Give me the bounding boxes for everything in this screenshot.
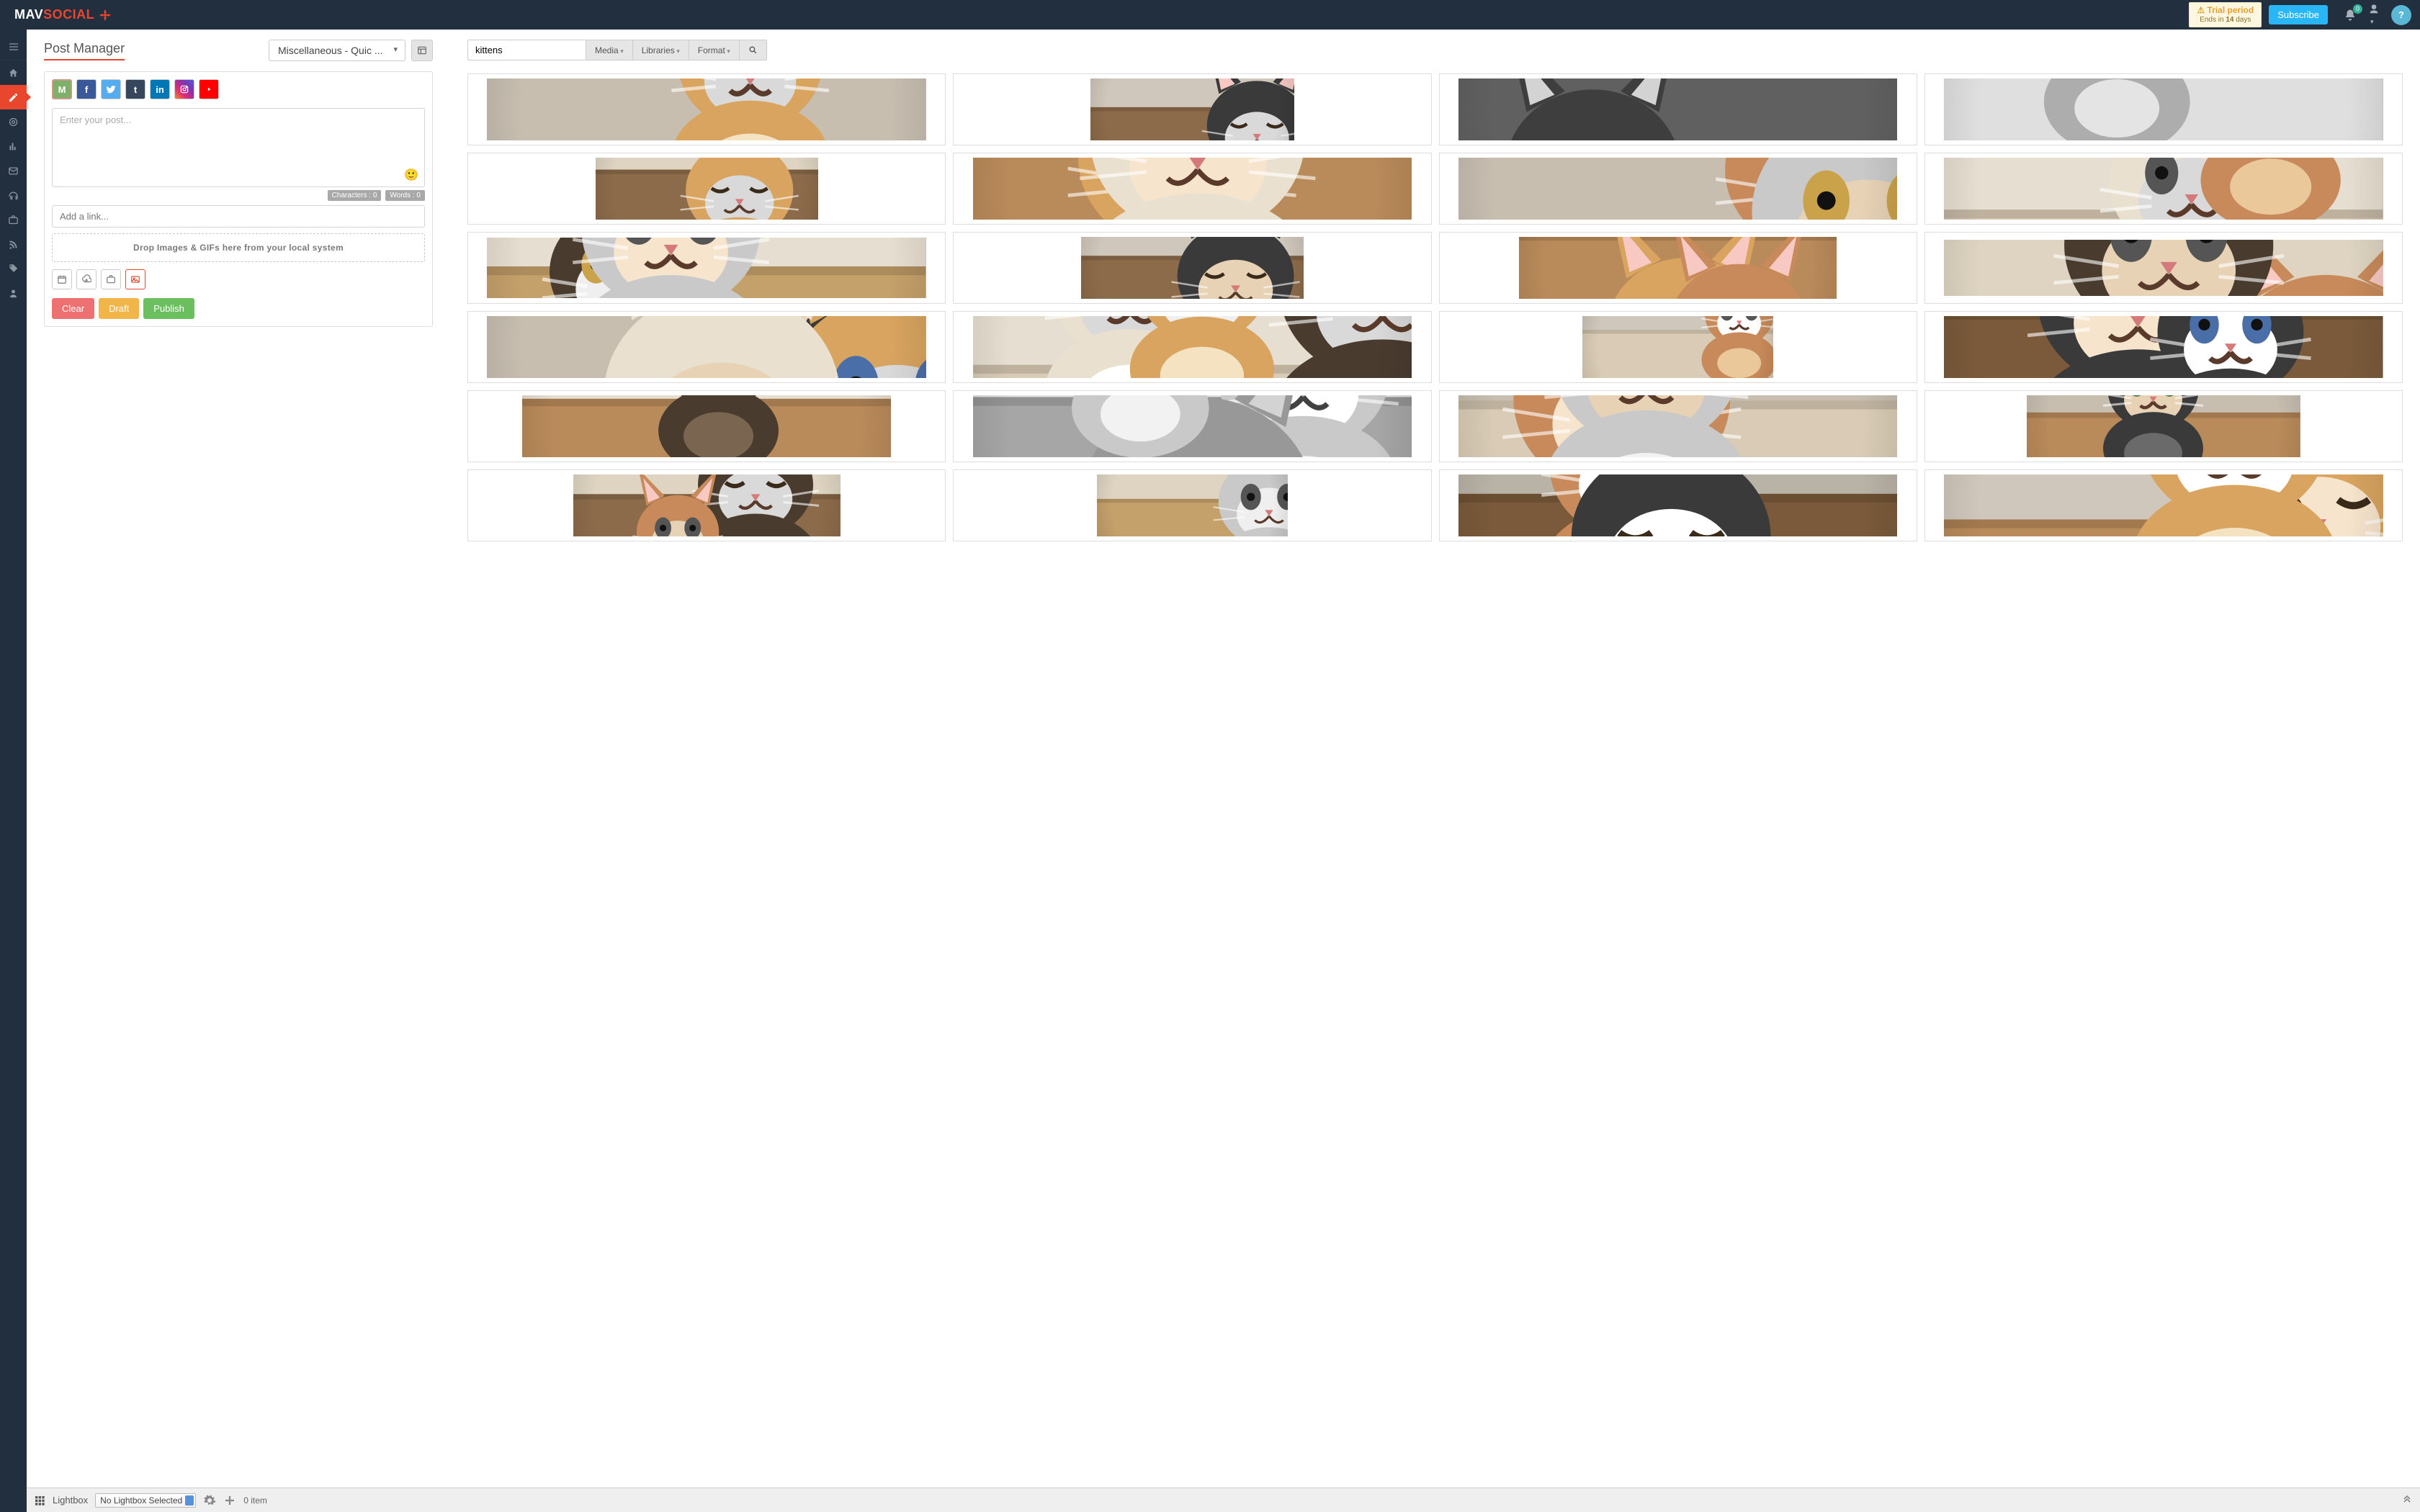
lightbox-label: Lightbox: [53, 1495, 88, 1506]
bottom-bar: Lightbox No Lightbox Selected 0 item: [27, 1488, 2420, 1512]
filter-libraries[interactable]: Libraries: [633, 40, 689, 60]
composer-tool-row: [52, 269, 425, 289]
library-button[interactable]: [101, 269, 121, 289]
expand-up-icon[interactable]: [2401, 1495, 2413, 1506]
media-thumb[interactable]: [1439, 390, 1917, 462]
notification-badge: 0: [2353, 4, 2362, 14]
grid-view-icon[interactable]: [34, 1495, 45, 1506]
page-title: Post Manager: [44, 41, 125, 60]
post-placeholder: Enter your post...: [60, 114, 131, 125]
clear-button[interactable]: Clear: [52, 298, 94, 319]
media-thumb[interactable]: [467, 311, 946, 383]
emoji-button[interactable]: 🙂: [404, 168, 418, 182]
sidebar-listening[interactable]: [0, 183, 27, 207]
sidebar-briefcase[interactable]: [0, 207, 27, 232]
main-content: Post Manager Miscellaneous - Quic ... M …: [27, 30, 2420, 585]
search-button[interactable]: [740, 40, 767, 60]
media-thumb[interactable]: [1924, 311, 2403, 383]
media-thumb[interactable]: [1924, 469, 2403, 541]
sidebar-home[interactable]: [0, 60, 27, 85]
media-thumb[interactable]: [953, 311, 1431, 383]
lightbox-select[interactable]: No Lightbox Selected: [95, 1493, 196, 1508]
image-button[interactable]: [125, 269, 145, 289]
network-tumblr[interactable]: t: [125, 79, 145, 99]
social-network-row: M f t in: [52, 79, 425, 99]
notifications-icon[interactable]: 0: [2344, 9, 2357, 22]
media-thumb[interactable]: [953, 390, 1431, 462]
media-thumb[interactable]: [467, 390, 946, 462]
sidebar-compose[interactable]: [0, 85, 27, 109]
image-dropzone[interactable]: Drop Images & GIFs here from your local …: [52, 233, 425, 262]
media-thumb[interactable]: [467, 232, 946, 304]
publish-button[interactable]: Publish: [143, 298, 194, 319]
media-thumb[interactable]: [1439, 153, 1917, 225]
post-textarea[interactable]: Enter your post... 🙂: [52, 108, 425, 187]
media-thumb[interactable]: [1924, 390, 2403, 462]
sidebar-inbox[interactable]: [0, 158, 27, 183]
account-dropdown[interactable]: Miscellaneous - Quic ...: [269, 40, 405, 61]
schedule-button[interactable]: [52, 269, 72, 289]
network-youtube[interactable]: [199, 79, 219, 99]
media-thumb[interactable]: [1439, 469, 1917, 541]
left-column: Post Manager Miscellaneous - Quic ... M …: [44, 40, 433, 541]
settings-icon[interactable]: [203, 1494, 216, 1507]
network-facebook[interactable]: f: [76, 79, 97, 99]
words-counter: Words : 0: [385, 190, 425, 201]
sidebar-toggle[interactable]: [0, 34, 27, 60]
sidebar-team[interactable]: [0, 281, 27, 305]
media-thumb[interactable]: [953, 232, 1431, 304]
media-thumb[interactable]: [1439, 232, 1917, 304]
filter-format[interactable]: Format: [689, 40, 740, 60]
upload-button[interactable]: [76, 269, 97, 289]
media-thumb[interactable]: [467, 73, 946, 145]
media-grid: [467, 73, 2403, 541]
filter-media[interactable]: Media: [586, 40, 633, 60]
media-thumb[interactable]: [953, 73, 1431, 145]
media-thumb[interactable]: [953, 469, 1431, 541]
logo-text-mav: MAV: [14, 7, 43, 22]
add-icon[interactable]: [223, 1494, 236, 1507]
network-linkedin[interactable]: in: [150, 79, 170, 99]
subscribe-button[interactable]: Subscribe: [2269, 5, 2328, 24]
trial-title: Trial period: [2197, 5, 2254, 15]
user-menu[interactable]: ▾: [2368, 4, 2380, 26]
media-thumb[interactable]: [953, 153, 1431, 225]
trial-subtitle: Ends in 14 days: [2197, 16, 2254, 24]
logo-text-social: SOCIAL: [43, 7, 94, 22]
media-thumb[interactable]: [1439, 73, 1917, 145]
sidebar-tags[interactable]: [0, 256, 27, 281]
library-search-row: Media Libraries Format: [467, 40, 2403, 60]
media-thumb[interactable]: [467, 153, 946, 225]
trial-period-box: Trial period Ends in 14 days: [2189, 2, 2262, 27]
sidebar: [0, 30, 27, 1512]
logo[interactable]: MAVSOCIAL: [14, 7, 113, 23]
network-twitter[interactable]: [101, 79, 121, 99]
network-mavsocial[interactable]: M: [52, 79, 72, 99]
draft-button[interactable]: Draft: [99, 298, 139, 319]
media-thumb[interactable]: [1439, 311, 1917, 383]
media-thumb[interactable]: [1924, 73, 2403, 145]
composer-panel: M f t in Enter your post... 🙂 Characters…: [44, 71, 433, 327]
media-thumb[interactable]: [467, 469, 946, 541]
media-thumb[interactable]: [1924, 153, 2403, 225]
library-search-input[interactable]: [467, 40, 586, 60]
top-bar: MAVSOCIAL Trial period Ends in 14 days S…: [0, 0, 2420, 30]
sidebar-rss[interactable]: [0, 232, 27, 256]
link-input[interactable]: [52, 205, 425, 228]
sidebar-target[interactable]: [0, 109, 27, 134]
characters-counter: Characters : 0: [328, 190, 382, 201]
item-count: 0 item: [243, 1495, 267, 1506]
right-column: Media Libraries Format: [467, 40, 2403, 541]
dashboard-toggle-button[interactable]: [411, 40, 433, 61]
media-thumb[interactable]: [1924, 232, 2403, 304]
logo-swirl-icon: [97, 7, 113, 23]
sidebar-analytics[interactable]: [0, 134, 27, 158]
network-instagram[interactable]: [174, 79, 194, 99]
help-button[interactable]: ?: [2391, 5, 2411, 25]
